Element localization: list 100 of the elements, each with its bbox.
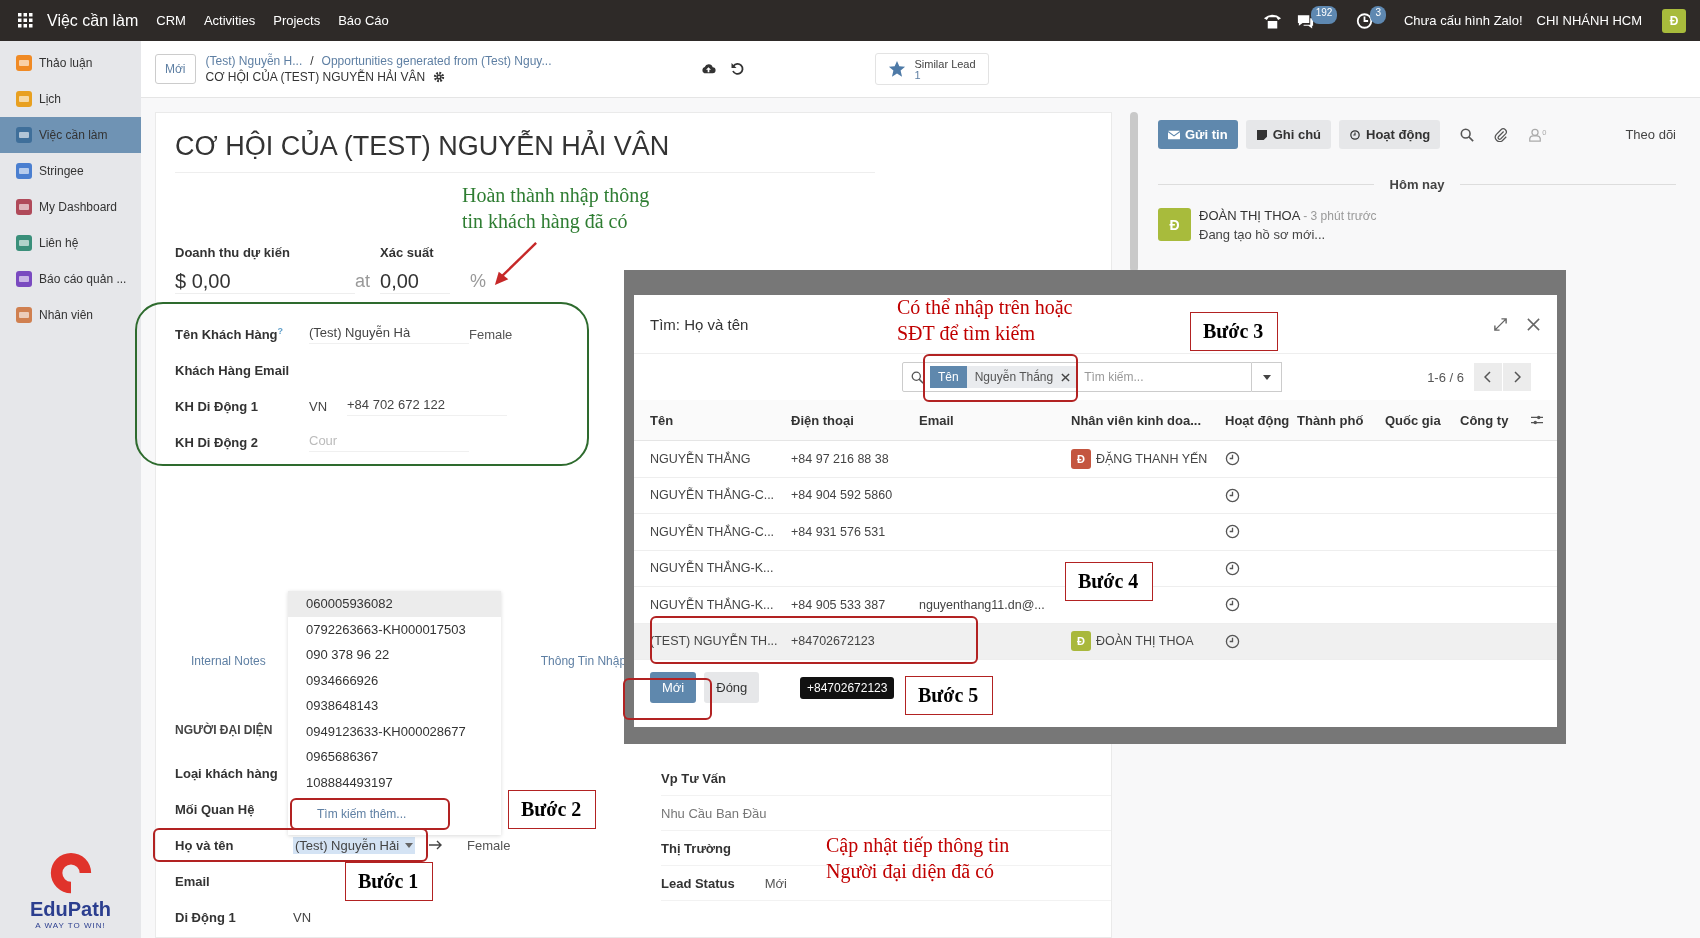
- column-header[interactable]: Hoạt động: [1225, 412, 1297, 428]
- notebook-tab[interactable]: Internal Notes: [191, 654, 266, 668]
- undo-icon[interactable]: [730, 62, 746, 76]
- dialog-title: Tìm: Họ và tên: [650, 315, 749, 333]
- menu-item[interactable]: Activities: [203, 13, 256, 28]
- cloud-upload-icon[interactable]: [701, 62, 717, 76]
- dropdown-option[interactable]: 090 378 96 22: [288, 642, 501, 668]
- search-field[interactable]: Tên Nguyễn Thắng Tìm kiếm...: [902, 362, 1252, 392]
- date-separator: Hôm nay: [1389, 177, 1445, 192]
- sidebar-item[interactable]: Liên hệ: [0, 225, 141, 261]
- company-name[interactable]: CHI NHÁNH HCM: [1536, 13, 1642, 28]
- follow-link[interactable]: Theo dõi: [1625, 127, 1676, 142]
- dropdown-option[interactable]: 0965686367: [288, 744, 501, 770]
- probability-field[interactable]: 0,00: [380, 270, 450, 294]
- salesperson-avatar: Đ: [1071, 448, 1091, 469]
- search-icon[interactable]: [1460, 127, 1475, 142]
- gear-icon[interactable]: [433, 71, 446, 83]
- new-button[interactable]: Mới: [650, 672, 697, 703]
- clock-icon[interactable]: [1225, 524, 1240, 540]
- input-field[interactable]: (Test) Nguyễn Hà: [309, 324, 469, 344]
- search-more-link[interactable]: Tìm kiếm thêm...: [317, 807, 407, 821]
- breadcrumb-link[interactable]: (Test) Nguyễn H...: [205, 54, 303, 68]
- search-icon: [911, 370, 924, 384]
- column-header[interactable]: Email: [919, 412, 1071, 428]
- field-label: Email: [175, 873, 211, 889]
- column-header[interactable]: Quốc gia: [1385, 412, 1460, 428]
- app-name: Việc cần làm: [47, 11, 139, 30]
- menu-item[interactable]: Báo Cáo: [338, 13, 389, 28]
- step-label: Bước 1: [345, 862, 434, 901]
- sidebar-item[interactable]: Việc cần làm: [0, 117, 141, 153]
- column-header[interactable]: Công ty: [1460, 412, 1530, 428]
- clock-icon[interactable]: [1355, 11, 1375, 30]
- breadcrumb-link[interactable]: Opportunities generated from (Test) Nguy...: [321, 54, 552, 68]
- column-header[interactable]: Tên: [650, 412, 791, 428]
- dropdown-option[interactable]: 0934666926: [288, 667, 501, 693]
- remove-icon[interactable]: [1061, 372, 1071, 382]
- record-name: CƠ HỘI CỦA (TEST) NGUYỄN HẢI VÂN: [205, 70, 426, 84]
- table-row[interactable]: NGUYỄN THẮNG-C... +84 904 592 5860: [634, 477, 1557, 514]
- app-icon: [15, 162, 33, 180]
- sidebar-item[interactable]: My Dashboard: [0, 189, 141, 225]
- step-label: Bước 5: [905, 676, 994, 715]
- zalo-status[interactable]: Chưa cấu hình Zalo!: [1404, 13, 1523, 28]
- note-icon: [1255, 129, 1268, 140]
- menu-item[interactable]: CRM: [156, 13, 186, 28]
- country-field[interactable]: VN: [293, 909, 331, 925]
- field-label: Tên Khách Hàng$^{?}$: [175, 325, 285, 343]
- annotation-arrow: [493, 241, 539, 287]
- chatter-button[interactable]: Gửi tin: [1158, 120, 1238, 149]
- sidebar-item[interactable]: Nhân viên: [0, 297, 141, 333]
- clock-icon[interactable]: [1225, 597, 1240, 613]
- dropdown-option[interactable]: 0792263663-KH000017503: [288, 616, 501, 642]
- apps-menu-icon[interactable]: [18, 13, 33, 28]
- column-header[interactable]: Nhân viên kinh doa...: [1071, 412, 1225, 428]
- menu-item[interactable]: Projects: [273, 13, 321, 28]
- close-icon[interactable]: [1526, 316, 1541, 332]
- clock-icon[interactable]: [1225, 633, 1240, 649]
- clock-icon[interactable]: [1225, 487, 1240, 503]
- breadcrumb-separator: /: [310, 54, 314, 68]
- sidebar-item[interactable]: Thảo luận: [0, 45, 141, 81]
- expand-icon[interactable]: [1493, 316, 1508, 332]
- column-header[interactable]: Điện thoại: [791, 412, 919, 428]
- gender-field[interactable]: Female: [469, 326, 513, 342]
- status-field[interactable]: Mới: [764, 875, 787, 891]
- star-icon: [888, 60, 907, 78]
- dropdown-option[interactable]: 060005936082: [288, 591, 501, 617]
- close-button[interactable]: Đóng: [704, 672, 760, 703]
- annotation-note: Hoàn thành nhập thông tin khách hàng đã có: [462, 183, 650, 234]
- revenue-field[interactable]: $ 0,00: [175, 270, 355, 294]
- field-label: Xác suất: [380, 245, 435, 260]
- scrollbar[interactable]: [1130, 112, 1138, 272]
- chatter-button[interactable]: Ghi chú: [1245, 120, 1332, 149]
- column-header[interactable]: Thành phố: [1297, 412, 1385, 428]
- dropdown-option[interactable]: 0938648143: [288, 693, 501, 719]
- field-label: Loại khách hàng: [175, 765, 279, 781]
- table-row[interactable]: NGUYỄN THẮNG +84 97 216 88 38 Đ ĐẶNG THANH YẾN: [634, 441, 1557, 478]
- table-cell-text: NGUYỄN THẮNG-K...: [650, 561, 775, 576]
- similar-lead-button[interactable]: Similar Lead 1: [875, 53, 989, 85]
- arrow-right-icon[interactable]: [429, 840, 444, 850]
- new-button[interactable]: Mới: [155, 54, 196, 84]
- country-field[interactable]: VN: [309, 398, 347, 414]
- clock-icon[interactable]: [1225, 560, 1240, 576]
- column-settings-icon[interactable]: [1530, 414, 1544, 426]
- gender-field[interactable]: Female: [467, 837, 511, 853]
- chatter-button[interactable]: Hoạt động: [1339, 120, 1441, 149]
- clock-icon[interactable]: [1225, 451, 1240, 467]
- paperclip-icon[interactable]: [1494, 127, 1509, 142]
- search-options-toggle[interactable]: [1252, 362, 1282, 392]
- sidebar-item[interactable]: Stringee: [0, 153, 141, 189]
- input-field[interactable]: +84 702 672 122: [347, 396, 507, 416]
- field-label: Nhu Cầu Ban Đầu: [661, 805, 767, 821]
- table-cell-text: NGUYỄN THẮNG-C...: [650, 488, 776, 503]
- dropdown-option[interactable]: 0949123633-KH000028677: [288, 718, 501, 744]
- input-field[interactable]: (Test) Nguyễn Hải: [293, 836, 416, 854]
- table-row[interactable]: NGUYỄN THẮNG-C... +84 931 576 531: [634, 514, 1557, 551]
- sidebar-item[interactable]: Báo cáo quản ...: [0, 261, 141, 297]
- app-icon: [15, 270, 33, 288]
- at-label: at: [355, 271, 370, 292]
- sidebar-item[interactable]: Lịch: [0, 81, 141, 117]
- dropdown-option[interactable]: 108884493197: [288, 769, 501, 795]
- search-facet[interactable]: Tên Nguyễn Thắng: [930, 366, 1079, 388]
